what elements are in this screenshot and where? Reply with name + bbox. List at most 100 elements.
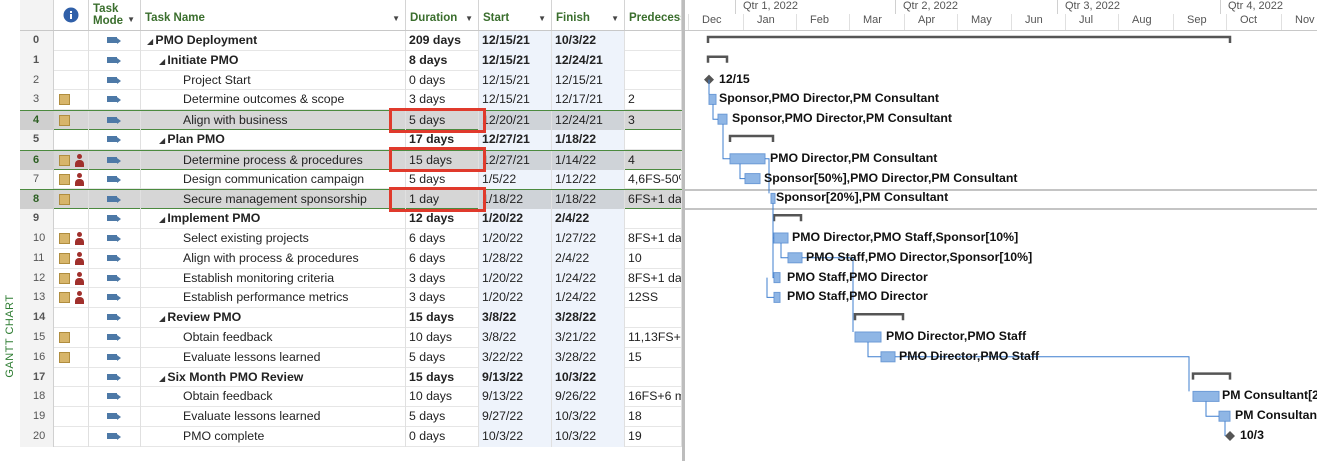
finish-cell[interactable]: 10/3/22 bbox=[552, 407, 625, 427]
start-cell[interactable]: 12/20/21 bbox=[479, 111, 552, 131]
row-number[interactable]: 5 bbox=[20, 130, 54, 150]
task-name-cell[interactable]: Evaluate lessons learned bbox=[141, 407, 406, 427]
start-cell[interactable]: 1/18/22 bbox=[479, 190, 552, 211]
finish-cell[interactable]: 12/17/21 bbox=[552, 90, 625, 111]
note-icon[interactable] bbox=[59, 332, 70, 343]
finish-cell[interactable]: 9/26/22 bbox=[552, 387, 625, 408]
duration-cell[interactable]: 10 days bbox=[406, 387, 479, 408]
finish-cell[interactable]: 1/18/22 bbox=[552, 130, 625, 150]
predecessors-cell[interactable]: 4 bbox=[625, 150, 682, 171]
start-cell[interactable]: 3/8/22 bbox=[479, 308, 552, 328]
task-mode-cell[interactable] bbox=[89, 150, 141, 171]
start-cell[interactable]: 12/15/21 bbox=[479, 50, 552, 71]
start-cell[interactable]: 1/20/22 bbox=[479, 268, 552, 289]
chevron-down-icon[interactable]: ▼ bbox=[538, 14, 546, 23]
header-finish[interactable]: Finish ▼ bbox=[552, 0, 625, 30]
task-mode-cell[interactable] bbox=[89, 50, 141, 71]
predecessors-cell[interactable]: 3 bbox=[625, 111, 682, 131]
duration-cell[interactable]: 12 days bbox=[406, 209, 479, 229]
note-icon[interactable] bbox=[59, 351, 70, 363]
task-name-cell[interactable]: Design communication campaign bbox=[141, 169, 406, 190]
chevron-down-icon[interactable]: ▼ bbox=[127, 14, 135, 26]
duration-cell[interactable]: 0 days bbox=[406, 427, 479, 447]
duration-cell[interactable]: 5 days bbox=[406, 407, 479, 427]
row-number[interactable]: 13 bbox=[20, 288, 54, 309]
chevron-down-icon[interactable]: ▼ bbox=[392, 14, 400, 23]
task-name-cell[interactable]: ◢ Six Month PMO Review bbox=[141, 367, 406, 388]
finish-cell[interactable]: 10/3/22 bbox=[552, 367, 625, 388]
header-predecessors[interactable]: Predecess bbox=[625, 0, 682, 30]
task-name-cell[interactable]: Obtain feedback bbox=[141, 387, 406, 408]
finish-cell[interactable]: 1/14/22 bbox=[552, 150, 625, 171]
task-mode-cell[interactable] bbox=[89, 229, 141, 249]
table-row[interactable]: 14 ◢ Review PMO 15 days 3/8/22 3/28/22 bbox=[20, 308, 682, 328]
task-name-cell[interactable]: Align with process & procedures bbox=[141, 248, 406, 269]
task-name-cell[interactable]: ◢ PMO Deployment bbox=[141, 31, 406, 51]
finish-cell[interactable]: 1/18/22 bbox=[552, 190, 625, 211]
row-number[interactable]: 16 bbox=[20, 347, 54, 368]
task-name-cell[interactable]: ◢ Review PMO bbox=[141, 308, 406, 328]
predecessors-cell[interactable]: 4,6FS-50% bbox=[625, 169, 682, 190]
table-row[interactable]: 5 ◢ Plan PMO 17 days 12/27/21 1/18/22 bbox=[20, 130, 682, 150]
task-name-cell[interactable]: Secure management sponsorship bbox=[141, 190, 406, 211]
start-cell[interactable]: 9/13/22 bbox=[479, 367, 552, 388]
table-row[interactable]: 17 ◢ Six Month PMO Review 15 days 9/13/22 10… bbox=[20, 367, 682, 388]
table-row[interactable]: 1 ◢ Initiate PMO 8 days 12/15/21 12/24/21 bbox=[20, 50, 682, 71]
header-indicators[interactable] bbox=[54, 0, 89, 30]
finish-cell[interactable]: 1/12/22 bbox=[552, 169, 625, 190]
finish-cell[interactable]: 3/28/22 bbox=[552, 347, 625, 368]
predecessors-cell[interactable]: 16FS+6 m bbox=[625, 387, 682, 408]
finish-cell[interactable]: 2/4/22 bbox=[552, 209, 625, 229]
duration-cell[interactable]: 209 days bbox=[406, 31, 479, 51]
table-row[interactable]: 11 Align with process & procedures 6 days 1… bbox=[20, 248, 682, 269]
start-cell[interactable]: 1/20/22 bbox=[479, 229, 552, 249]
start-cell[interactable]: 10/3/22 bbox=[479, 427, 552, 447]
row-number[interactable]: 7 bbox=[20, 169, 54, 190]
header-task-mode[interactable]: Task Mode ▼ bbox=[89, 0, 141, 30]
table-row[interactable]: 4 Align with business 5 days 12/20/21 12/24/… bbox=[20, 110, 682, 131]
duration-cell[interactable]: 15 days bbox=[406, 367, 479, 388]
header-rownum[interactable] bbox=[20, 0, 54, 30]
task-mode-cell[interactable] bbox=[89, 70, 141, 91]
table-row[interactable]: 8 Secure management sponsorship 1 day 1/18/… bbox=[20, 189, 682, 211]
predecessors-cell[interactable]: 12SS bbox=[625, 288, 682, 309]
duration-cell[interactable]: 6 days bbox=[406, 229, 479, 249]
finish-cell[interactable]: 1/24/22 bbox=[552, 288, 625, 309]
start-cell[interactable]: 1/20/22 bbox=[479, 209, 552, 229]
start-cell[interactable]: 12/15/21 bbox=[479, 70, 552, 91]
row-number[interactable]: 18 bbox=[20, 387, 54, 408]
start-cell[interactable]: 12/15/21 bbox=[479, 31, 552, 51]
row-number[interactable]: 12 bbox=[20, 268, 54, 289]
start-cell[interactable]: 9/27/22 bbox=[479, 407, 552, 427]
predecessors-cell[interactable]: 8FS+1 day bbox=[625, 268, 682, 289]
task-mode-cell[interactable] bbox=[89, 347, 141, 368]
duration-cell[interactable]: 6 days bbox=[406, 248, 479, 269]
table-row[interactable]: 12 Establish monitoring criteria 3 days 1/2… bbox=[20, 268, 682, 289]
finish-cell[interactable]: 1/27/22 bbox=[552, 229, 625, 249]
start-cell[interactable]: 1/20/22 bbox=[479, 288, 552, 309]
table-row[interactable]: 18 Obtain feedback 10 days 9/13/22 9/26/22 16… bbox=[20, 387, 682, 408]
duration-cell[interactable]: 3 days bbox=[406, 268, 479, 289]
predecessors-cell[interactable] bbox=[625, 209, 682, 229]
note-icon[interactable] bbox=[59, 173, 70, 185]
row-number[interactable]: 9 bbox=[20, 209, 54, 229]
task-mode-cell[interactable] bbox=[89, 248, 141, 269]
task-mode-cell[interactable] bbox=[89, 288, 141, 309]
header-start[interactable]: Start ▼ bbox=[479, 0, 552, 30]
row-number[interactable]: 10 bbox=[20, 229, 54, 249]
duration-cell[interactable]: 15 days bbox=[406, 308, 479, 328]
task-mode-cell[interactable] bbox=[89, 209, 141, 229]
task-mode-cell[interactable] bbox=[89, 111, 141, 131]
duration-cell[interactable]: 8 days bbox=[406, 50, 479, 71]
predecessors-cell[interactable] bbox=[625, 130, 682, 150]
note-icon[interactable] bbox=[59, 272, 70, 284]
start-cell[interactable]: 12/15/21 bbox=[479, 90, 552, 111]
task-mode-cell[interactable] bbox=[89, 387, 141, 408]
header-duration[interactable]: Duration ▼ bbox=[406, 0, 479, 30]
table-row[interactable]: 13 Establish performance metrics 3 days 1/2… bbox=[20, 288, 682, 309]
finish-cell[interactable]: 3/28/22 bbox=[552, 308, 625, 328]
task-mode-cell[interactable] bbox=[89, 190, 141, 211]
task-name-cell[interactable]: Determine outcomes & scope bbox=[141, 90, 406, 111]
finish-cell[interactable]: 1/24/22 bbox=[552, 268, 625, 289]
predecessors-cell[interactable] bbox=[625, 50, 682, 71]
